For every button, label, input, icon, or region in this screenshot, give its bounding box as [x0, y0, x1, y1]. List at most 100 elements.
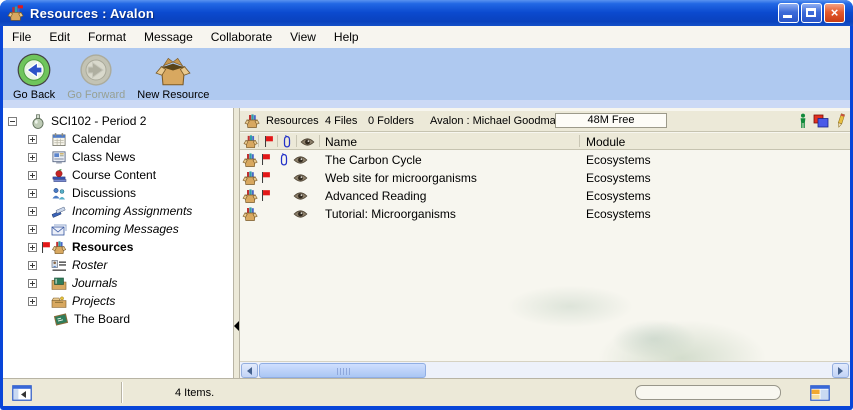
scroll-left-button[interactable]: [241, 363, 258, 378]
tree-item-course-content[interactable]: Course Content: [3, 166, 233, 184]
tree-item-incoming-assignments[interactable]: Incoming Assignments: [3, 202, 233, 220]
content-area: SCI102 - Period 2 Calendar Class News Co…: [3, 108, 850, 378]
expand-toggle-icon[interactable]: [28, 135, 37, 144]
tree-item-label: SCI102 - Period 2: [51, 114, 146, 128]
expand-toggle-icon[interactable]: [28, 261, 37, 270]
menu-view[interactable]: View: [281, 27, 325, 47]
resources-box-icon: [244, 113, 260, 129]
panel-splitter[interactable]: [233, 108, 240, 378]
tree-item-label: Course Content: [72, 168, 156, 182]
tree-item-discussions[interactable]: Discussions: [3, 184, 233, 202]
expand-toggle-icon[interactable]: [28, 171, 37, 180]
flask-icon: [30, 114, 46, 129]
menu-collaborate[interactable]: Collaborate: [202, 27, 281, 47]
status-progress-box: [635, 385, 781, 400]
resources-box-icon: [51, 240, 67, 255]
toolbar-edge: [3, 100, 850, 108]
eye-icon: [293, 191, 308, 201]
collapse-toggle-icon[interactable]: [8, 117, 17, 126]
go-back-icon: [16, 52, 52, 88]
layout-icon[interactable]: [810, 385, 830, 401]
items-count-label: 4 Items.: [175, 387, 214, 399]
menu-file[interactable]: File: [3, 27, 40, 47]
tree-item-label: Projects: [72, 294, 115, 308]
pane-toggle-icon[interactable]: [12, 385, 32, 401]
tree-item-projects[interactable]: Projects: [3, 292, 233, 310]
resource-row[interactable]: Advanced Reading Ecosystems: [240, 187, 850, 205]
files-count: 4 Files: [325, 115, 357, 127]
menu-edit[interactable]: Edit: [40, 27, 79, 47]
tree-item-label: Calendar: [72, 132, 121, 146]
tree-item-label: Incoming Messages: [72, 222, 179, 236]
attachment-column-icon[interactable]: [282, 134, 292, 149]
minimize-button[interactable]: [778, 3, 799, 23]
thumb-grip-icon: [337, 368, 350, 375]
resource-module: Ecosystems: [586, 153, 651, 167]
resource-name[interactable]: The Carbon Cycle: [325, 153, 422, 167]
tree-item-the-board[interactable]: The Board: [3, 310, 233, 328]
scrollbar-thumb[interactable]: [259, 363, 426, 378]
flag-icon: [260, 153, 271, 166]
scroll-right-button[interactable]: [832, 363, 849, 378]
resource-row[interactable]: The Carbon Cycle Ecosystems: [240, 151, 850, 169]
maximize-button[interactable]: [801, 3, 822, 23]
go-forward-button[interactable]: Go Forward: [67, 52, 125, 101]
tree-item-label: Incoming Assignments: [72, 204, 192, 218]
account-label: Avalon : Michael Goodman: [430, 115, 562, 127]
expand-toggle-icon[interactable]: [28, 207, 37, 216]
resource-box-column-icon[interactable]: [243, 134, 258, 149]
menu-help[interactable]: Help: [325, 27, 368, 47]
tree-item-incoming-messages[interactable]: Incoming Messages: [3, 220, 233, 238]
titlebar[interactable]: Resources : Avalon ×: [0, 0, 853, 26]
resources-list: The Carbon Cycle Ecosystems Web site for…: [240, 151, 850, 361]
column-separator: [296, 135, 297, 147]
go-forward-label: Go Forward: [67, 89, 125, 101]
flag-column-icon[interactable]: [263, 135, 274, 148]
resources-list-panel: Resources 4 Files 0 Folders Avalon : Mic…: [240, 108, 850, 378]
tree-item-label: Resources: [72, 240, 133, 254]
column-header-name[interactable]: Name: [325, 135, 357, 149]
resource-name[interactable]: Advanced Reading: [325, 189, 426, 203]
column-header-module[interactable]: Module: [586, 135, 625, 149]
menu-format[interactable]: Format: [79, 27, 135, 47]
journals-icon: [51, 276, 67, 291]
course-tree-panel: SCI102 - Period 2 Calendar Class News Co…: [3, 108, 233, 378]
eye-column-icon[interactable]: [300, 137, 315, 147]
resource-name[interactable]: Tutorial: Microorganisms: [325, 207, 456, 221]
close-button[interactable]: ×: [824, 3, 845, 23]
column-separator: [277, 135, 278, 147]
expand-toggle-icon[interactable]: [28, 153, 37, 162]
expand-toggle-icon[interactable]: [28, 189, 37, 198]
expand-toggle-icon[interactable]: [28, 225, 37, 234]
horizontal-scrollbar[interactable]: [240, 361, 850, 378]
menu-message[interactable]: Message: [135, 27, 202, 47]
app-window: Resources : Avalon × File Edit Format Me…: [0, 0, 853, 410]
resource-row[interactable]: Web site for microorganisms Ecosystems: [240, 169, 850, 187]
info-bar-mini-icons: [799, 113, 847, 129]
tree-item-resources[interactable]: Resources: [3, 238, 233, 256]
resource-row[interactable]: Tutorial: Microorganisms Ecosystems: [240, 205, 850, 223]
column-separator: [579, 135, 580, 147]
tree-item-course-root[interactable]: SCI102 - Period 2: [3, 112, 233, 130]
overlapping-windows-icon[interactable]: [813, 114, 829, 128]
tree-item-journals[interactable]: Journals: [3, 274, 233, 292]
new-resource-label: New Resource: [137, 89, 209, 101]
tree-item-roster[interactable]: Roster: [3, 256, 233, 274]
collapse-panel-icon[interactable]: [234, 321, 239, 331]
person-icon[interactable]: [799, 113, 807, 129]
board-icon: [53, 312, 69, 327]
expand-toggle-icon[interactable]: [28, 243, 37, 252]
tree-item-class-news[interactable]: Class News: [3, 148, 233, 166]
go-back-button[interactable]: Go Back: [13, 52, 55, 101]
new-resource-button[interactable]: New Resource: [137, 52, 209, 101]
column-separator: [319, 135, 320, 147]
resources-box-icon: [242, 188, 258, 204]
expand-toggle-icon[interactable]: [28, 297, 37, 306]
resource-name[interactable]: Web site for microorganisms: [325, 171, 477, 185]
pencil-icon[interactable]: [835, 113, 847, 129]
expand-toggle-icon[interactable]: [28, 279, 37, 288]
close-icon: ×: [825, 5, 844, 20]
tree-item-label: The Board: [74, 312, 130, 326]
tree-item-calendar[interactable]: Calendar: [3, 130, 233, 148]
eye-icon: [293, 209, 308, 219]
